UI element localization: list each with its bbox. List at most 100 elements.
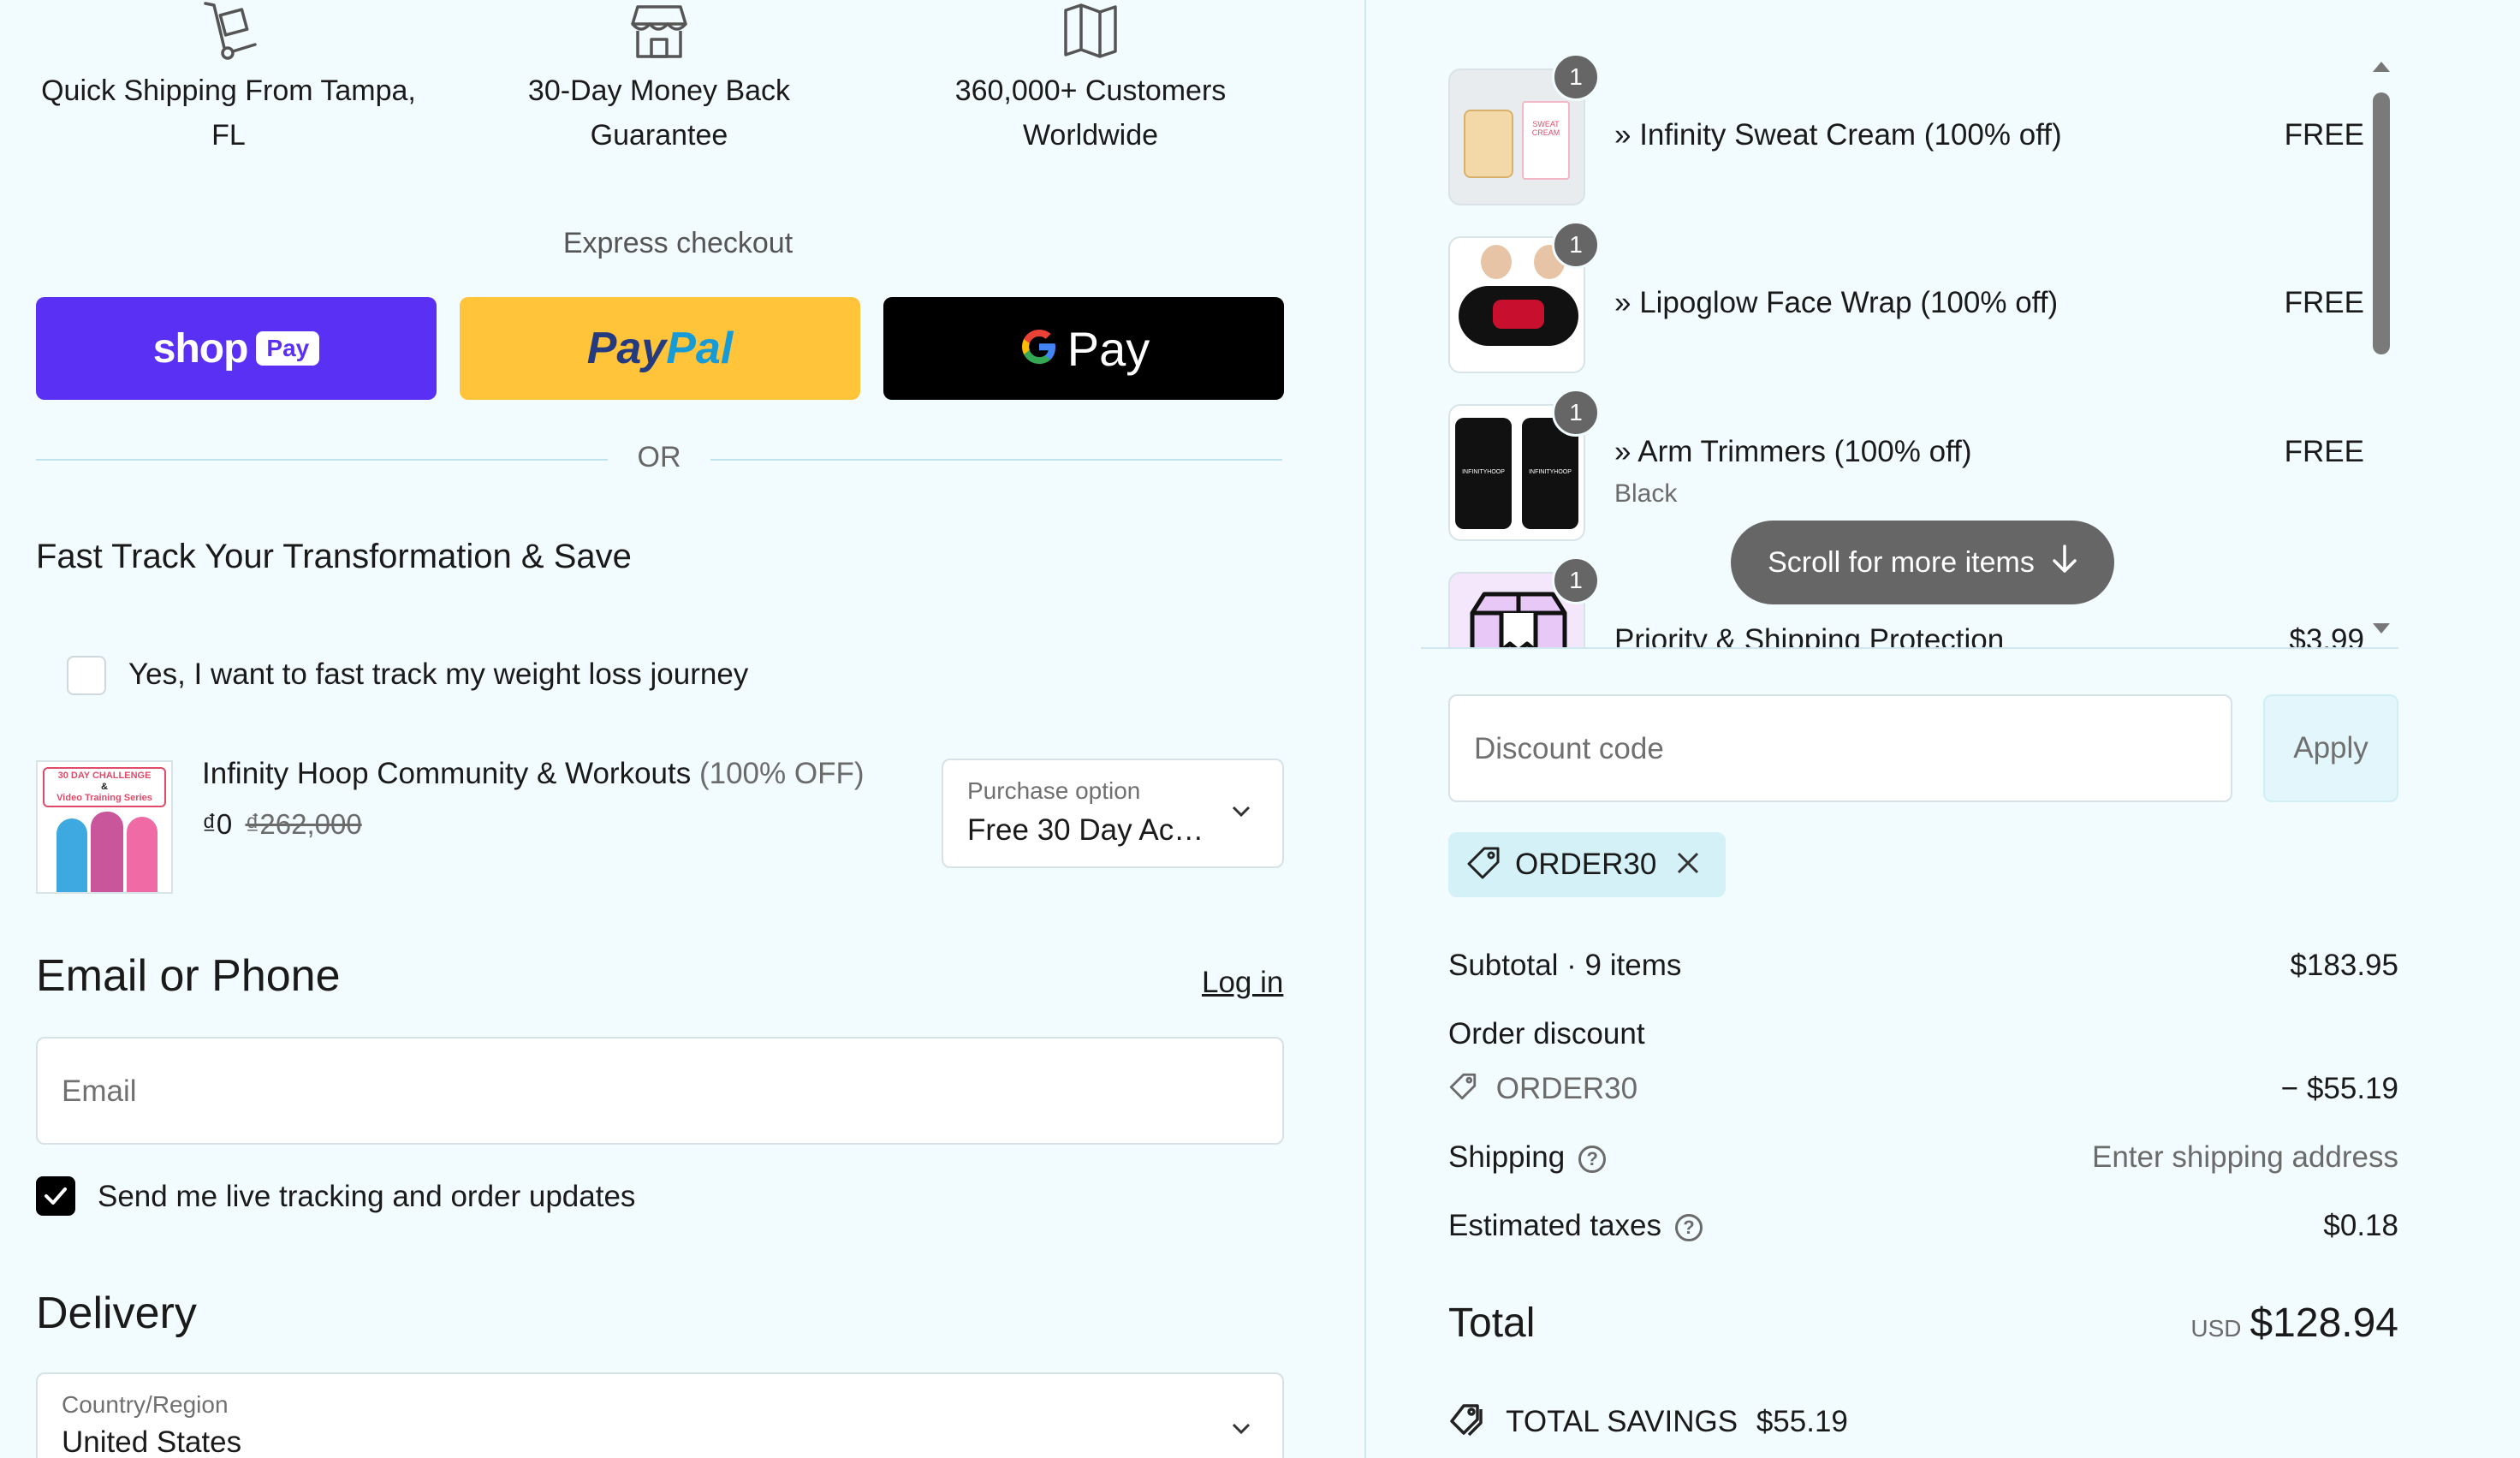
purchase-option-select[interactable]: Purchase option Free 30 Day Ac… bbox=[942, 759, 1284, 868]
total-row: Total USD $128.94 bbox=[1448, 1300, 2398, 1351]
divider-left bbox=[36, 459, 608, 461]
subtotal-label: Subtotal · 9 items bbox=[1448, 949, 1682, 982]
or-divider-text: OR bbox=[637, 441, 681, 473]
tracking-updates-checkbox[interactable] bbox=[36, 1176, 75, 1216]
total-savings-row: TOTAL SAVINGS $55.19 bbox=[1448, 1402, 2398, 1444]
taxes-row: Estimated taxes? $0.18 bbox=[1448, 1209, 2398, 1243]
scroll-for-more-button[interactable]: Scroll for more items bbox=[1731, 521, 2114, 604]
subtotal-value: $183.95 bbox=[2290, 949, 2398, 982]
upsell-product-discount: (100% OFF) bbox=[698, 757, 865, 790]
taxes-label: Estimated taxes bbox=[1448, 1209, 1661, 1242]
purchase-option-label: Purchase option bbox=[967, 777, 1141, 804]
email-field[interactable]: Email bbox=[36, 1037, 1284, 1145]
shop-pay-button[interactable]: shop Pay bbox=[36, 297, 437, 400]
badge-label: Quick Shipping From Tampa, FL bbox=[41, 74, 416, 152]
discount-code-row: ORDER30 − $55.19 bbox=[1448, 1072, 2398, 1109]
badge-label: 30-Day Money Back Guarantee bbox=[527, 74, 791, 152]
paypal-button[interactable]: Pay Pal bbox=[460, 297, 860, 400]
cart-item: 1 » Lipoglow Face Wrap (100% off) FREE bbox=[1448, 221, 2364, 373]
subtotal-row: Subtotal · 9 items $183.95 bbox=[1448, 949, 2398, 983]
google-pay-button[interactable]: Pay bbox=[883, 297, 1284, 400]
fast-track-label: Yes, I want to fast track my weight loss… bbox=[128, 658, 749, 691]
thumbnail-label: SWEAT CREAM bbox=[1522, 101, 1570, 180]
thumbnail-label: INFINITYHOOP bbox=[1455, 418, 1512, 529]
help-icon[interactable]: ? bbox=[1578, 1145, 1607, 1173]
total-label: Total bbox=[1448, 1300, 1536, 1346]
tag-icon bbox=[1465, 845, 1501, 885]
paypal-logo-pal: Pal bbox=[666, 324, 734, 373]
scrollbar-thumb[interactable] bbox=[2373, 92, 2390, 354]
applied-code-label: ORDER30 bbox=[1515, 848, 1657, 881]
scroll-hint-label: Scroll for more items bbox=[1768, 545, 2035, 579]
purchase-option-value: Free 30 Day Ac… bbox=[967, 813, 1204, 847]
shipping-label: Shipping bbox=[1448, 1140, 1566, 1174]
upsell-heading: Fast Track Your Transformation & Save bbox=[36, 538, 632, 575]
badge-guarantee: 30-Day Money Back Guarantee bbox=[447, 0, 871, 158]
remove-discount-icon[interactable] bbox=[1675, 850, 1701, 880]
cart-item-price: FREE bbox=[2284, 286, 2364, 319]
google-pay-label: Pay bbox=[1067, 321, 1150, 376]
order-discount-label: Order discount bbox=[1448, 1017, 1645, 1050]
cart-item-name: » Infinity Sweat Cream (100% off) bbox=[1614, 118, 2062, 152]
badge-customers: 360,000+ Customers Worldwide bbox=[875, 0, 1306, 158]
savings-tag-icon bbox=[1448, 1402, 1486, 1444]
upsell-image-text-1: 30 DAY CHALLENGE bbox=[57, 771, 152, 781]
cart-item: SWEAT CREAM 1 » Infinity Sweat Cream (10… bbox=[1448, 53, 2364, 205]
cart-scrollbar[interactable] bbox=[2371, 60, 2392, 640]
shop-pay-badge: Pay bbox=[256, 331, 320, 366]
upsell-image-text-2: & bbox=[101, 782, 108, 792]
arrow-down-icon bbox=[2052, 544, 2077, 582]
hand-truck-icon bbox=[19, 0, 438, 62]
apply-discount-button[interactable]: Apply bbox=[2263, 694, 2398, 802]
tracking-updates-label: Send me live tracking and order updates bbox=[98, 1180, 636, 1213]
cart-item-name: » Lipoglow Face Wrap (100% off) bbox=[1614, 286, 2059, 319]
express-checkout-title: Express checkout bbox=[562, 227, 793, 259]
help-icon[interactable]: ? bbox=[1675, 1213, 1703, 1241]
upsell-product-title: Infinity Hoop Community & Workouts (100%… bbox=[202, 757, 865, 791]
upsell-price: ₫0 bbox=[202, 808, 233, 840]
divider-right bbox=[710, 459, 1282, 461]
quantity-badge: 1 bbox=[1552, 389, 1600, 437]
fast-track-checkbox[interactable] bbox=[67, 656, 106, 695]
map-icon bbox=[875, 0, 1306, 62]
scroll-up-arrow-icon[interactable] bbox=[2371, 60, 2392, 78]
shipping-value: Enter shipping address bbox=[2092, 1140, 2398, 1174]
google-g-icon bbox=[1018, 325, 1061, 372]
store-icon bbox=[447, 0, 871, 62]
upsell-image-text-3: Video Training Series bbox=[56, 793, 152, 803]
chevron-down-icon bbox=[1231, 805, 1251, 823]
cart-item-name: Priority & Shipping Protection bbox=[1614, 623, 2005, 647]
upsell-product-image: 30 DAY CHALLENGE & Video Training Series bbox=[36, 760, 173, 894]
country-label: Country/Region bbox=[62, 1391, 229, 1418]
upsell-product-name: Infinity Hoop Community & Workouts bbox=[202, 757, 692, 790]
quantity-badge: 1 bbox=[1552, 221, 1600, 269]
summary-discount-code: ORDER30 bbox=[1495, 1072, 1638, 1105]
cart-item-price: $3.99 bbox=[2289, 623, 2364, 647]
quantity-badge: 1 bbox=[1552, 556, 1600, 604]
order-discount-row: Order discount bbox=[1448, 1017, 2398, 1051]
cart-item-price: FREE bbox=[2284, 118, 2364, 152]
country-value: United States bbox=[62, 1425, 242, 1458]
upsell-price-row: ₫0 ₫262,000 bbox=[202, 808, 362, 841]
savings-value: $55.19 bbox=[1756, 1404, 1848, 1438]
checkout-form-panel: Quick Shipping From Tampa, FL 30-Day Mon… bbox=[0, 0, 1366, 1458]
apply-label: Apply bbox=[2293, 731, 2368, 765]
scroll-down-arrow-icon[interactable] bbox=[2371, 622, 2392, 640]
badge-shipping: Quick Shipping From Tampa, FL bbox=[19, 0, 438, 158]
tag-icon bbox=[1448, 1072, 1477, 1109]
total-value: $128.94 bbox=[2250, 1300, 2398, 1346]
currency-code: USD bbox=[2190, 1315, 2242, 1342]
login-link[interactable]: Log in bbox=[1202, 966, 1283, 1000]
checkmark-icon bbox=[38, 1187, 74, 1217]
delivery-heading: Delivery bbox=[36, 1288, 197, 1338]
discount-code-field[interactable]: Discount code bbox=[1448, 694, 2232, 802]
badge-label: 360,000+ Customers Worldwide bbox=[954, 74, 1227, 152]
paypal-logo-pay: Pay bbox=[586, 324, 667, 373]
quantity-badge: 1 bbox=[1552, 53, 1600, 101]
discount-value: − $55.19 bbox=[2280, 1072, 2398, 1105]
discount-placeholder: Discount code bbox=[1474, 732, 1664, 765]
cart-item-name: » Arm Trimmers (100% off) bbox=[1614, 435, 1972, 468]
country-select[interactable]: Country/Region United States bbox=[36, 1372, 1284, 1458]
contact-heading: Email or Phone bbox=[36, 951, 341, 1001]
cart-item-price: FREE bbox=[2284, 435, 2364, 468]
